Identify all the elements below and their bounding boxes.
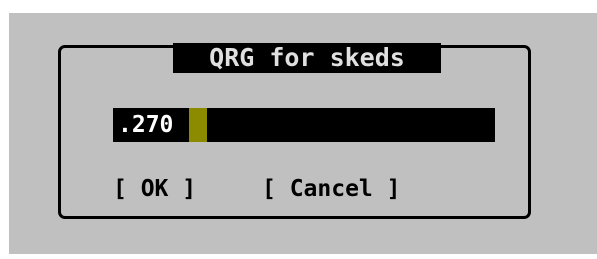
qrg-input-value[interactable]: .270 xyxy=(118,108,173,142)
text-cursor xyxy=(189,108,207,142)
dialog-title: QRG for skeds xyxy=(173,43,441,73)
cancel-button[interactable]: [ Cancel ] xyxy=(262,173,400,205)
ok-button[interactable]: [ OK ] xyxy=(113,173,196,205)
